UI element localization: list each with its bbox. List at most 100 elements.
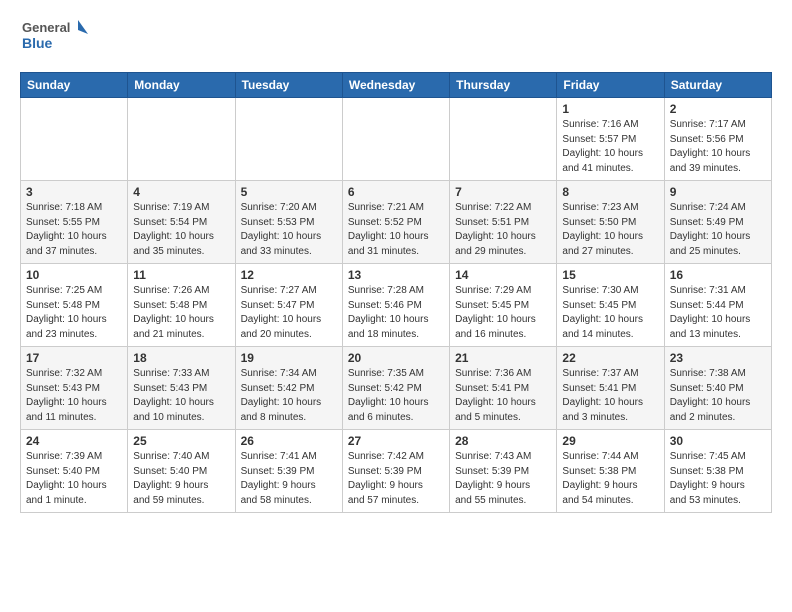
day-number: 5 — [241, 185, 337, 199]
day-info: Sunrise: 7:38 AM Sunset: 5:40 PM Dayligh… — [670, 367, 766, 425]
calendar-cell: 26 Sunrise: 7:41 AM Sunset: 5:39 PM Dayli… — [235, 430, 342, 513]
calendar-week-row: 3Sunrise: 7:18 AM Sunset: 5:55 PM Daylig… — [21, 181, 772, 264]
header: General Blue — [20, 16, 772, 60]
page: General Blue SundayMondayTuesdayWednesda… — [0, 0, 792, 529]
calendar-cell: 27Sunrise: 7:42 AM Sunset: 5:39 PM Dayli… — [342, 430, 449, 513]
day-number: 7 — [455, 185, 551, 199]
day-info: Sunrise: 7:28 AM Sunset: 5:46 PM Dayligh… — [348, 284, 444, 342]
calendar-cell — [21, 98, 128, 181]
day-info: Sunrise: 7:23 AM Sunset: 5:50 PM Dayligh… — [562, 201, 658, 259]
calendar-cell — [128, 98, 235, 181]
calendar-cell: 20 Sunrise: 7:35 AM Sunset: 5:42 PM Dayli… — [342, 347, 449, 430]
calendar: SundayMondayTuesdayWednesdayThursdayFrid… — [20, 72, 772, 513]
day-info: Sunrise: 7:19 AM Sunset: 5:54 PM Dayligh… — [133, 201, 229, 259]
day-info: Sunrise: 7:31 AM Sunset: 5:44 PM Dayligh… — [670, 284, 766, 342]
day-info: Sunrise: 7:40 AM Sunset: 5:40 PM Dayligh… — [133, 450, 229, 508]
calendar-cell: 28 Sunrise: 7:43 AM Sunset: 5:39 PM Dayli… — [450, 430, 557, 513]
day-number: 21 — [455, 351, 551, 365]
svg-text:Blue: Blue — [22, 35, 53, 51]
day-number: 2 — [670, 102, 766, 116]
calendar-cell: 4 Sunrise: 7:19 AM Sunset: 5:54 PM Daylig… — [128, 181, 235, 264]
day-info: Sunrise: 7:32 AM Sunset: 5:43 PM Dayligh… — [26, 367, 122, 425]
calendar-cell: 24Sunrise: 7:39 AM Sunset: 5:40 PM Dayli… — [21, 430, 128, 513]
day-info: Sunrise: 7:18 AM Sunset: 5:55 PM Dayligh… — [26, 201, 122, 259]
day-number: 22 — [562, 351, 658, 365]
calendar-cell: 23 Sunrise: 7:38 AM Sunset: 5:40 PM Dayli… — [664, 347, 771, 430]
calendar-cell: 10 Sunrise: 7:25 AM Sunset: 5:48 PM Dayli… — [21, 264, 128, 347]
day-number: 26 — [241, 434, 337, 448]
day-info: Sunrise: 7:21 AM Sunset: 5:52 PM Dayligh… — [348, 201, 444, 259]
day-info: Sunrise: 7:45 AM Sunset: 5:38 PM Dayligh… — [670, 450, 766, 508]
calendar-cell: 2Sunrise: 7:17 AM Sunset: 5:56 PM Daylig… — [664, 98, 771, 181]
day-number: 17 — [26, 351, 122, 365]
day-info: Sunrise: 7:41 AM Sunset: 5:39 PM Dayligh… — [241, 450, 337, 508]
day-number: 16 — [670, 268, 766, 282]
calendar-cell: 21 Sunrise: 7:36 AM Sunset: 5:41 PM Dayli… — [450, 347, 557, 430]
day-info: Sunrise: 7:37 AM Sunset: 5:41 PM Dayligh… — [562, 367, 658, 425]
calendar-week-row: 1 Sunrise: 7:16 AM Sunset: 5:57 PM Daylig… — [21, 98, 772, 181]
day-info: Sunrise: 7:25 AM Sunset: 5:48 PM Dayligh… — [26, 284, 122, 342]
calendar-cell: 14Sunrise: 7:29 AM Sunset: 5:45 PM Dayli… — [450, 264, 557, 347]
day-number: 4 — [133, 185, 229, 199]
calendar-cell: 16 Sunrise: 7:31 AM Sunset: 5:44 PM Dayli… — [664, 264, 771, 347]
day-of-week-header: Wednesday — [342, 73, 449, 98]
day-info: Sunrise: 7:43 AM Sunset: 5:39 PM Dayligh… — [455, 450, 551, 508]
day-info: Sunrise: 7:34 AM Sunset: 5:42 PM Dayligh… — [241, 367, 337, 425]
day-info: Sunrise: 7:24 AM Sunset: 5:49 PM Dayligh… — [670, 201, 766, 259]
day-info: Sunrise: 7:35 AM Sunset: 5:42 PM Dayligh… — [348, 367, 444, 425]
calendar-week-row: 17 Sunrise: 7:32 AM Sunset: 5:43 PM Dayli… — [21, 347, 772, 430]
day-info: Sunrise: 7:44 AM Sunset: 5:38 PM Dayligh… — [562, 450, 658, 508]
day-info: Sunrise: 7:36 AM Sunset: 5:41 PM Dayligh… — [455, 367, 551, 425]
day-info: Sunrise: 7:20 AM Sunset: 5:53 PM Dayligh… — [241, 201, 337, 259]
calendar-cell: 6 Sunrise: 7:21 AM Sunset: 5:52 PM Daylig… — [342, 181, 449, 264]
day-of-week-header: Friday — [557, 73, 664, 98]
logo: General Blue — [20, 16, 90, 60]
days-of-week-row: SundayMondayTuesdayWednesdayThursdayFrid… — [21, 73, 772, 98]
day-info: Sunrise: 7:39 AM Sunset: 5:40 PM Dayligh… — [26, 450, 122, 508]
day-number: 20 — [348, 351, 444, 365]
day-info: Sunrise: 7:22 AM Sunset: 5:51 PM Dayligh… — [455, 201, 551, 259]
day-number: 8 — [562, 185, 658, 199]
day-info: Sunrise: 7:29 AM Sunset: 5:45 PM Dayligh… — [455, 284, 551, 342]
day-info: Sunrise: 7:26 AM Sunset: 5:48 PM Dayligh… — [133, 284, 229, 342]
day-number: 1 — [562, 102, 658, 116]
calendar-cell: 15Sunrise: 7:30 AM Sunset: 5:45 PM Dayli… — [557, 264, 664, 347]
svg-text:General: General — [22, 20, 70, 35]
calendar-week-row: 10 Sunrise: 7:25 AM Sunset: 5:48 PM Dayli… — [21, 264, 772, 347]
day-number: 25 — [133, 434, 229, 448]
day-of-week-header: Monday — [128, 73, 235, 98]
calendar-cell: 5 Sunrise: 7:20 AM Sunset: 5:53 PM Daylig… — [235, 181, 342, 264]
calendar-cell: 9Sunrise: 7:24 AM Sunset: 5:49 PM Daylig… — [664, 181, 771, 264]
calendar-cell: 7 Sunrise: 7:22 AM Sunset: 5:51 PM Daylig… — [450, 181, 557, 264]
calendar-cell: 25 Sunrise: 7:40 AM Sunset: 5:40 PM Dayli… — [128, 430, 235, 513]
calendar-cell — [235, 98, 342, 181]
day-number: 18 — [133, 351, 229, 365]
calendar-cell: 11 Sunrise: 7:26 AM Sunset: 5:48 PM Dayli… — [128, 264, 235, 347]
logo-svg: General Blue — [20, 16, 90, 60]
calendar-cell: 8 Sunrise: 7:23 AM Sunset: 5:50 PM Daylig… — [557, 181, 664, 264]
calendar-cell: 18 Sunrise: 7:33 AM Sunset: 5:43 PM Dayli… — [128, 347, 235, 430]
day-number: 11 — [133, 268, 229, 282]
day-info: Sunrise: 7:30 AM Sunset: 5:45 PM Dayligh… — [562, 284, 658, 342]
day-of-week-header: Thursday — [450, 73, 557, 98]
calendar-cell: 17 Sunrise: 7:32 AM Sunset: 5:43 PM Dayli… — [21, 347, 128, 430]
calendar-cell — [450, 98, 557, 181]
day-number: 29 — [562, 434, 658, 448]
day-info: Sunrise: 7:27 AM Sunset: 5:47 PM Dayligh… — [241, 284, 337, 342]
day-number: 12 — [241, 268, 337, 282]
day-number: 23 — [670, 351, 766, 365]
calendar-cell: 3Sunrise: 7:18 AM Sunset: 5:55 PM Daylig… — [21, 181, 128, 264]
day-number: 28 — [455, 434, 551, 448]
calendar-cell: 30Sunrise: 7:45 AM Sunset: 5:38 PM Dayli… — [664, 430, 771, 513]
day-of-week-header: Tuesday — [235, 73, 342, 98]
day-number: 19 — [241, 351, 337, 365]
calendar-body: 1 Sunrise: 7:16 AM Sunset: 5:57 PM Daylig… — [21, 98, 772, 513]
calendar-cell: 19 Sunrise: 7:34 AM Sunset: 5:42 PM Dayli… — [235, 347, 342, 430]
day-number: 10 — [26, 268, 122, 282]
calendar-week-row: 24Sunrise: 7:39 AM Sunset: 5:40 PM Dayli… — [21, 430, 772, 513]
day-number: 6 — [348, 185, 444, 199]
day-info: Sunrise: 7:16 AM Sunset: 5:57 PM Dayligh… — [562, 118, 658, 176]
calendar-cell: 13Sunrise: 7:28 AM Sunset: 5:46 PM Dayli… — [342, 264, 449, 347]
day-info: Sunrise: 7:33 AM Sunset: 5:43 PM Dayligh… — [133, 367, 229, 425]
calendar-cell: 12 Sunrise: 7:27 AM Sunset: 5:47 PM Dayli… — [235, 264, 342, 347]
